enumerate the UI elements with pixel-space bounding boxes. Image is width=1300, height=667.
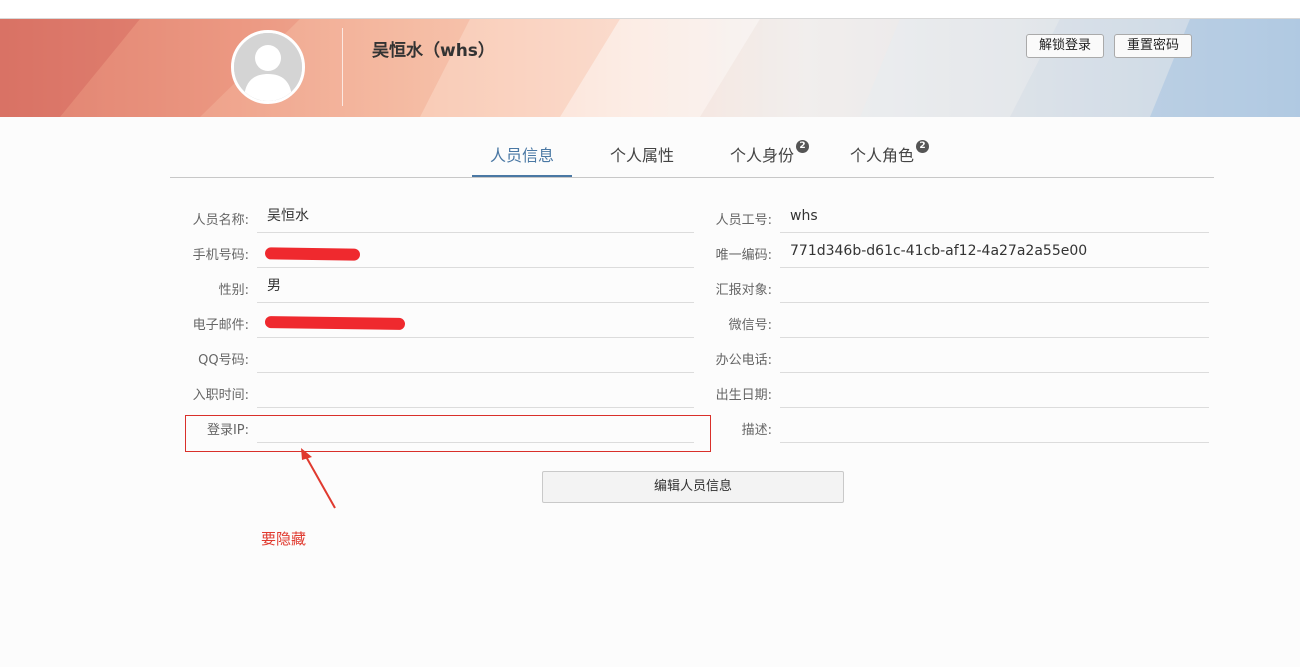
tab-personal-role[interactable]: 个人角色 2 — [832, 135, 932, 177]
birth-date-value — [780, 374, 1209, 408]
wechat-label: 微信号: — [728, 318, 772, 333]
tab-label: 个人角色 — [849, 146, 914, 165]
avatar — [231, 30, 305, 104]
person-name-title: 吴恒水（whs） — [372, 41, 495, 61]
role-count-badge: 2 — [916, 140, 929, 153]
email-redaction — [264, 316, 406, 330]
description-value — [780, 409, 1209, 443]
gender-label: 性别: — [218, 283, 249, 298]
user-silhouette-icon — [234, 33, 302, 101]
annotation-arrow-icon — [301, 448, 336, 509]
report-to-label: 汇报对象: — [715, 283, 772, 298]
annotation-text: 要隐藏 — [261, 530, 307, 548]
tab-label: 个人属性 — [609, 146, 674, 165]
name-value: 吴恒水 — [257, 199, 694, 233]
tab-personal-attributes[interactable]: 个人属性 — [592, 135, 692, 177]
wechat-value — [780, 304, 1209, 338]
employee-id-label: 人员工号: — [715, 213, 772, 228]
tab-label: 个人身份 — [729, 146, 794, 165]
name-label: 人员名称: — [192, 213, 249, 228]
tab-personal-identity[interactable]: 个人身份 2 — [712, 135, 812, 177]
phone-label: 手机号码: — [192, 248, 249, 263]
qq-label: QQ号码: — [198, 353, 249, 368]
office-phone-value — [780, 339, 1209, 373]
unique-code-label: 唯一编码: — [715, 248, 772, 263]
birth-date-label: 出生日期: — [715, 388, 772, 403]
identity-count-badge: 2 — [796, 140, 809, 153]
hire-date-label: 入职时间: — [192, 388, 249, 403]
hire-date-value — [257, 374, 694, 408]
employee-id-value: whs — [780, 199, 1209, 233]
tab-label: 人员信息 — [489, 146, 554, 165]
window-top-bar — [0, 0, 1300, 19]
reset-password-button[interactable]: 重置密码 — [1114, 34, 1192, 58]
qq-value — [257, 339, 694, 373]
tab-bar: 人员信息 个人属性 个人身份 2 个人角色 2 — [170, 135, 1214, 178]
profile-banner — [0, 19, 1300, 117]
phone-redaction — [264, 247, 361, 261]
annotation-highlight-box — [185, 415, 711, 452]
email-label: 电子邮件: — [192, 318, 249, 333]
report-to-value — [780, 269, 1209, 303]
unique-code-value: 771d346b-d61c-41cb-af12-4a27a2a55e00 — [780, 234, 1209, 268]
gender-value: 男 — [257, 269, 694, 303]
banner-polygon-pattern — [0, 19, 1300, 117]
office-phone-label: 办公电话: — [715, 353, 772, 368]
edit-person-info-button[interactable]: 编辑人员信息 — [542, 471, 844, 503]
tab-person-info[interactable]: 人员信息 — [472, 135, 572, 177]
unlock-login-button[interactable]: 解锁登录 — [1026, 34, 1104, 58]
header-divider — [342, 28, 343, 106]
